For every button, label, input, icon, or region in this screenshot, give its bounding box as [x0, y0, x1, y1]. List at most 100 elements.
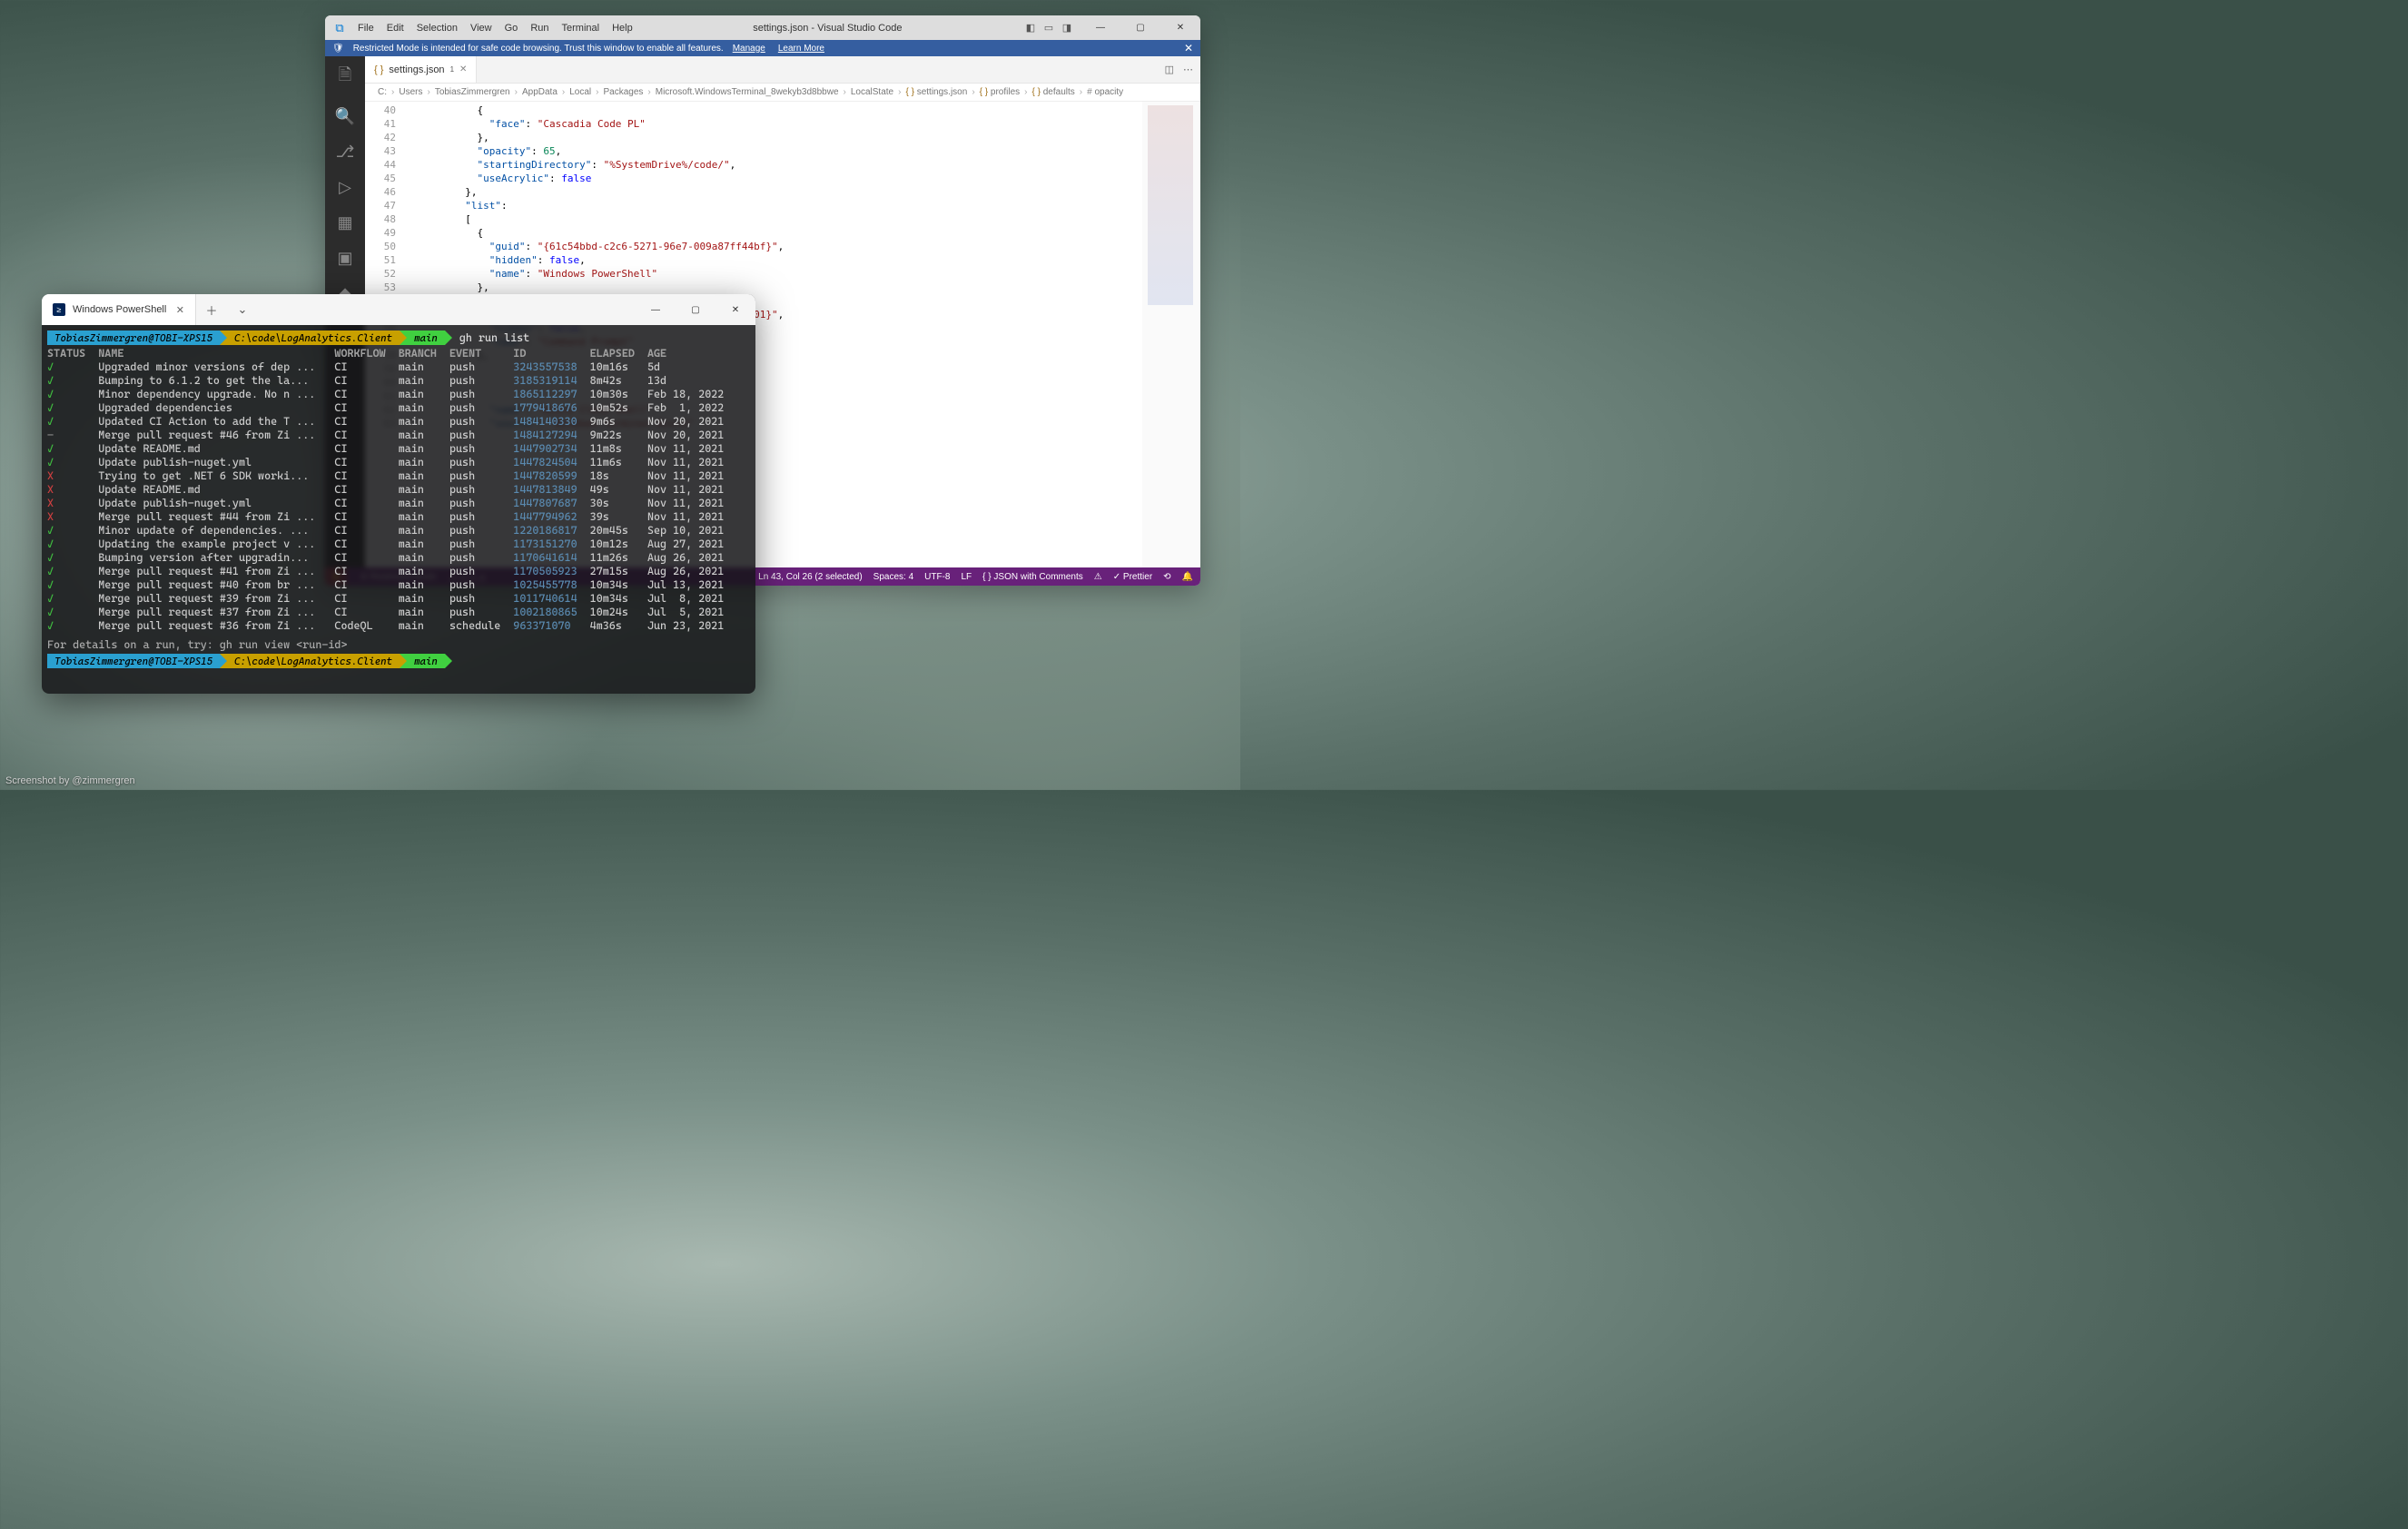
run-row: X Merge pull request #44 from Zi ... CI … — [47, 510, 750, 524]
breadcrumb-segment[interactable]: { } settings.json — [905, 87, 967, 97]
banner-text: Restricted Mode is intended for safe cod… — [353, 44, 724, 54]
breadcrumb-segment[interactable]: Users — [399, 87, 422, 97]
dirty-indicator: 1 — [450, 65, 454, 74]
run-row: ✓ Merge pull request #36 from Zi ... Cod… — [47, 619, 750, 633]
prompt-path: C:\code\LogAnalytics.Client — [227, 330, 400, 345]
indent-status[interactable]: Spaces: 4 — [873, 572, 913, 582]
breadcrumb-segment[interactable]: Packages — [603, 87, 643, 97]
cursor-position[interactable]: Ln 43, Col 26 (2 selected) — [758, 572, 863, 582]
prompt-branch: main — [407, 654, 445, 668]
breadcrumb-segment[interactable]: { } profiles — [980, 87, 1020, 97]
menubar: File Edit Selection View Go Run Terminal Help — [354, 23, 633, 34]
panel-right-icon[interactable]: ◨ — [1059, 22, 1075, 34]
menu-run[interactable]: Run — [530, 23, 548, 34]
terminal-body[interactable]: TobiasZimmergren@TOBI-XPS15 C:\code\LogA… — [42, 325, 755, 694]
breadcrumbs[interactable]: C:›Users›TobiasZimmergren›AppData›Local›… — [365, 84, 1200, 102]
explorer-icon[interactable]: 🗎 — [339, 64, 351, 91]
restricted-mode-banner: 🛡 Restricted Mode is intended for safe c… — [325, 40, 1200, 56]
menu-edit[interactable]: Edit — [387, 23, 404, 34]
more-actions-icon[interactable]: ⋯ — [1183, 64, 1193, 75]
gh-run-table: STATUS NAME WORKFLOW BRANCH EVENT ID ELA… — [47, 347, 750, 633]
panel-left-icon[interactable]: ◧ — [1022, 22, 1039, 34]
manage-link[interactable]: Manage — [733, 44, 765, 54]
terminal-tab-close-icon[interactable]: ✕ — [176, 304, 184, 316]
breadcrumb-segment[interactable]: Microsoft.WindowsTerminal_8wekyb3d8bbwe — [656, 87, 839, 97]
prompt-branch: main — [407, 330, 445, 345]
eol-status[interactable]: LF — [962, 572, 972, 582]
panel-bottom-icon[interactable]: ▭ — [1041, 22, 1057, 34]
menu-terminal[interactable]: Terminal — [562, 23, 600, 34]
prettier-status[interactable]: ✓ Prettier — [1113, 572, 1152, 582]
maximize-button[interactable]: ▢ — [1120, 15, 1160, 40]
run-row: ✓ Update README.md CI main push 14479027… — [47, 442, 750, 456]
breadcrumb-segment[interactable]: LocalState — [851, 87, 893, 97]
minimize-button[interactable]: — — [636, 294, 676, 325]
run-row: ✓ Bumping to 6.1.2 to get the la... CI m… — [47, 374, 750, 388]
json-file-icon: { } — [374, 64, 383, 75]
run-row: X Update README.md CI main push 14478138… — [47, 483, 750, 497]
prompt-line: TobiasZimmergren@TOBI-XPS15 C:\code\LogA… — [47, 330, 750, 345]
run-row: ✓ Merge pull request #41 from Zi ... CI … — [47, 565, 750, 578]
terminal-titlebar: ≥ Windows PowerShell ✕ ＋ ⌄ — ▢ ✕ — [42, 294, 755, 325]
search-icon[interactable]: 🔍 — [335, 107, 355, 126]
breadcrumb-segment[interactable]: AppData — [522, 87, 558, 97]
maximize-button[interactable]: ▢ — [676, 294, 715, 325]
tab-close-icon[interactable]: ✕ — [459, 64, 467, 74]
layout-controls[interactable]: ◧ ▭ ◨ — [1022, 22, 1075, 34]
prompt-line-idle: TobiasZimmergren@TOBI-XPS15 C:\code\LogA… — [47, 654, 750, 668]
run-row: ✓ Merge pull request #39 from Zi ... CI … — [47, 592, 750, 606]
sync-icon[interactable]: ⟲ — [1163, 572, 1170, 582]
learn-more-link[interactable]: Learn More — [778, 44, 824, 54]
run-row: ✓ Merge pull request #40 from br ... CI … — [47, 578, 750, 592]
menu-view[interactable]: View — [470, 23, 492, 34]
vscode-titlebar: ⧉ File Edit Selection View Go Run Terminal Help… — [325, 15, 1200, 40]
prompt-user: TobiasZimmergren@TOBI-XPS15 — [47, 330, 220, 345]
minimap[interactable] — [1142, 102, 1200, 567]
run-footer: For details on a run, try: gh run view <… — [47, 638, 750, 652]
tab-dropdown-button[interactable]: ⌄ — [227, 294, 258, 325]
extensions-icon[interactable]: ▦ — [337, 213, 352, 232]
source-control-icon[interactable]: ⎇ — [336, 143, 355, 162]
split-editor-icon[interactable]: ◫ — [1165, 64, 1174, 75]
window-title: settings.json - Visual Studio Code — [633, 23, 1022, 34]
menu-file[interactable]: File — [358, 23, 374, 34]
run-row: ✓ Updated CI Action to add the T ... CI … — [47, 415, 750, 429]
run-row: ✓ Update publish-nuget.yml CI main push … — [47, 456, 750, 469]
run-row: ✓ Updating the example project v ... CI … — [47, 538, 750, 551]
banner-close-icon[interactable]: ✕ — [1184, 42, 1193, 54]
attribution: Screenshot by @zimmergren — [5, 775, 135, 786]
breadcrumb-segment[interactable]: { } defaults — [1031, 87, 1074, 97]
feedback-icon[interactable]: ⚠ — [1094, 572, 1102, 582]
remote-icon[interactable]: ▣ — [337, 249, 352, 268]
terminal-tab-powershell[interactable]: ≥ Windows PowerShell ✕ — [42, 294, 196, 325]
new-tab-button[interactable]: ＋ — [196, 294, 227, 325]
breadcrumb-segment[interactable]: TobiasZimmergren — [435, 87, 510, 97]
menu-selection[interactable]: Selection — [417, 23, 458, 34]
run-row: X Trying to get .NET 6 SDK worki... CI m… — [47, 469, 750, 483]
close-button[interactable]: ✕ — [715, 294, 755, 325]
run-row: ✓ Merge pull request #37 from Zi ... CI … — [47, 606, 750, 619]
tab-settings-json[interactable]: { } settings.json 1 ✕ — [365, 56, 477, 83]
bell-icon[interactable]: 🔔 — [1182, 572, 1193, 582]
prompt-path: C:\code\LogAnalytics.Client — [227, 654, 400, 668]
vscode-logo-icon: ⧉ — [325, 21, 354, 35]
breadcrumb-segment[interactable]: Local — [569, 87, 591, 97]
menu-help[interactable]: Help — [612, 23, 633, 34]
close-button[interactable]: ✕ — [1160, 15, 1200, 40]
run-row: ✓ Upgraded dependencies CI main push 177… — [47, 401, 750, 415]
language-mode[interactable]: { } JSON with Comments — [982, 572, 1083, 582]
encoding-status[interactable]: UTF-8 — [924, 572, 950, 582]
minimize-button[interactable]: — — [1081, 15, 1120, 40]
command-text: gh run list — [452, 331, 529, 345]
breadcrumb-segment[interactable]: # opacity — [1087, 87, 1123, 97]
terminal-tab-label: Windows PowerShell — [73, 304, 166, 315]
run-row: ✓ Minor dependency upgrade. No n ... CI … — [47, 388, 750, 401]
breadcrumb-segment[interactable]: C: — [378, 87, 387, 97]
menu-go[interactable]: Go — [505, 23, 518, 34]
tab-bar: { } settings.json 1 ✕ ◫ ⋯ — [365, 56, 1200, 84]
shield-icon: 🛡 — [332, 44, 344, 54]
run-row: – Merge pull request #46 from Zi ... CI … — [47, 429, 750, 442]
windows-terminal-window: ≥ Windows PowerShell ✕ ＋ ⌄ — ▢ ✕ TobiasZ… — [42, 294, 755, 694]
run-row: X Update publish-nuget.yml CI main push … — [47, 497, 750, 510]
run-debug-icon[interactable]: ▷ — [339, 178, 351, 197]
